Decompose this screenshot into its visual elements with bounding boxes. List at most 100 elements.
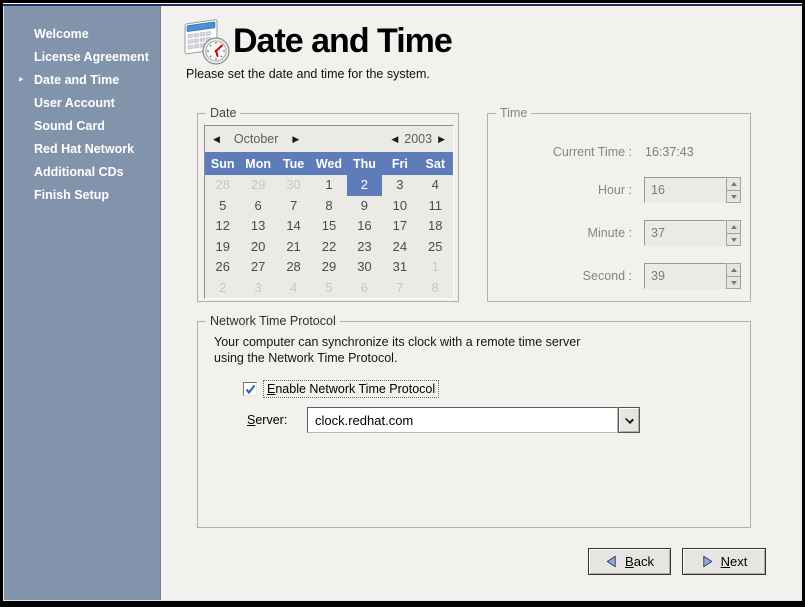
server-dropdown-button[interactable] xyxy=(618,407,640,433)
enable-ntp-checkbox[interactable] xyxy=(243,382,257,396)
calendar-day[interactable]: 9 xyxy=(347,196,382,217)
sidebar-item-label: Welcome xyxy=(34,27,89,41)
calendar-day[interactable]: 18 xyxy=(418,216,453,237)
calendar-day[interactable]: 17 xyxy=(382,216,417,237)
calendar-day[interactable]: 2 xyxy=(205,278,240,299)
date-legend: Date xyxy=(206,106,240,120)
weekday-label: Sat xyxy=(418,157,453,171)
calendar-year-label: 2003 xyxy=(404,132,432,146)
page-subtitle: Please set the date and time for the sys… xyxy=(186,67,430,81)
calendar-day[interactable]: 14 xyxy=(276,216,311,237)
minute-input[interactable] xyxy=(644,220,726,246)
calendar-day[interactable]: 26 xyxy=(205,257,240,278)
calendar-day[interactable]: 28 xyxy=(276,257,311,278)
calendar-day-selected[interactable]: 2 xyxy=(347,175,382,196)
next-button[interactable]: Next xyxy=(682,548,766,575)
calendar-day[interactable]: 7 xyxy=(382,278,417,299)
date-section: Date ◀ October ▶ ◀ 2003 ▶ SunMonTueWedTh… xyxy=(197,113,459,302)
hour-up-button[interactable] xyxy=(727,178,740,190)
next-year-button[interactable]: ▶ xyxy=(438,134,445,145)
calendar-day[interactable]: 19 xyxy=(205,237,240,258)
calendar-weekday-row: SunMonTueWedThuFriSat xyxy=(205,152,453,175)
sidebar-item-finish-setup: ‣Finish Setup xyxy=(4,184,160,207)
second-input[interactable] xyxy=(644,263,726,289)
calendar-day[interactable]: 28 xyxy=(205,175,240,196)
calendar-day[interactable]: 30 xyxy=(347,257,382,278)
weekday-label: Fri xyxy=(382,157,417,171)
next-month-button[interactable]: ▶ xyxy=(292,134,299,145)
time-section: Time Current Time : 16:37:43 Hour : Minu… xyxy=(487,113,751,302)
calendar-day[interactable]: 12 xyxy=(205,216,240,237)
server-input[interactable] xyxy=(307,407,618,433)
sidebar-item-label: Additional CDs xyxy=(34,165,124,179)
calendar-day[interactable]: 31 xyxy=(382,257,417,278)
server-combobox xyxy=(307,407,640,433)
enable-ntp-label[interactable]: Enable Network Time Protocol xyxy=(263,380,439,398)
second-up-button[interactable] xyxy=(727,264,740,276)
hour-input[interactable] xyxy=(644,177,726,203)
calendar-day[interactable]: 6 xyxy=(347,278,382,299)
prev-year-button[interactable]: ◀ xyxy=(391,134,398,145)
calendar-day[interactable]: 3 xyxy=(382,175,417,196)
calendar-day[interactable]: 5 xyxy=(311,278,346,299)
sidebar-item-label: User Account xyxy=(34,96,115,110)
current-time-label: Current Time : xyxy=(553,145,632,159)
calendar-day[interactable]: 6 xyxy=(240,196,275,217)
calendar-day[interactable]: 11 xyxy=(418,196,453,217)
calendar-day[interactable]: 13 xyxy=(240,216,275,237)
calendar-day[interactable]: 8 xyxy=(418,278,453,299)
weekday-label: Thu xyxy=(347,157,382,171)
calendar-day[interactable]: 23 xyxy=(347,237,382,258)
calendar-clock-icon xyxy=(183,18,231,73)
calendar-day[interactable]: 25 xyxy=(418,237,453,258)
calendar-day[interactable]: 4 xyxy=(418,175,453,196)
chevron-down-icon xyxy=(625,415,634,424)
calendar-day[interactable]: 22 xyxy=(311,237,346,258)
calendar-day[interactable]: 20 xyxy=(240,237,275,258)
calendar-day[interactable]: 4 xyxy=(276,278,311,299)
sidebar-item-user-account: ‣User Account xyxy=(4,92,160,115)
content-area: Date and Time Please set the date and ti… xyxy=(161,8,800,599)
current-step-arrow-icon: ‣ xyxy=(18,69,24,92)
calendar-day[interactable]: 30 xyxy=(276,175,311,196)
sidebar-item-label: Red Hat Network xyxy=(34,142,134,156)
calendar-day[interactable]: 21 xyxy=(276,237,311,258)
calendar-day[interactable]: 27 xyxy=(240,257,275,278)
calendar-day[interactable]: 10 xyxy=(382,196,417,217)
calendar-day[interactable]: 8 xyxy=(311,196,346,217)
sidebar-item-label: License Agreement xyxy=(34,50,149,64)
calendar-day[interactable]: 3 xyxy=(240,278,275,299)
back-button[interactable]: Back xyxy=(588,548,671,575)
hour-spinner xyxy=(644,177,741,203)
setup-agent-window: ‣Welcome‣License Agreement‣Date and Time… xyxy=(3,3,802,601)
calendar-month-label: October xyxy=(234,132,278,146)
second-spinner xyxy=(644,263,741,289)
sidebar-item-label: Finish Setup xyxy=(34,188,109,202)
calendar-day[interactable]: 29 xyxy=(240,175,275,196)
calendar-nav: ◀ October ▶ ◀ 2003 ▶ xyxy=(205,126,453,152)
minute-label: Minute : xyxy=(588,226,632,240)
prev-month-button[interactable]: ◀ xyxy=(213,134,220,145)
hour-down-button[interactable] xyxy=(727,190,740,202)
calendar-day[interactable]: 5 xyxy=(205,196,240,217)
weekday-label: Wed xyxy=(311,157,346,171)
server-label: Server: xyxy=(247,413,287,427)
ntp-description-line2: using the Network Time Protocol. xyxy=(214,351,397,365)
calendar: ◀ October ▶ ◀ 2003 ▶ SunMonTueWedThuFriS… xyxy=(204,125,454,299)
minute-down-button[interactable] xyxy=(727,233,740,245)
second-down-button[interactable] xyxy=(727,276,740,288)
minute-spinner xyxy=(644,220,741,246)
calendar-day[interactable]: 16 xyxy=(347,216,382,237)
calendar-day[interactable]: 1 xyxy=(311,175,346,196)
sidebar-item-sound-card: ‣Sound Card xyxy=(4,115,160,138)
calendar-day[interactable]: 1 xyxy=(418,257,453,278)
minute-up-button[interactable] xyxy=(727,221,740,233)
calendar-day[interactable]: 29 xyxy=(311,257,346,278)
calendar-day[interactable]: 7 xyxy=(276,196,311,217)
weekday-label: Mon xyxy=(240,157,275,171)
hour-label: Hour : xyxy=(598,183,632,197)
current-time-value: 16:37:43 xyxy=(645,145,694,159)
calendar-day[interactable]: 24 xyxy=(382,237,417,258)
calendar-day[interactable]: 15 xyxy=(311,216,346,237)
sidebar-item-label: Date and Time xyxy=(34,73,119,87)
